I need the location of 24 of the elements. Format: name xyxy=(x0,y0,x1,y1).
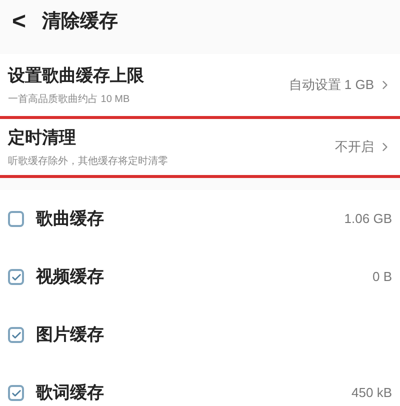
check-icon xyxy=(10,272,22,282)
back-button[interactable]: < xyxy=(12,10,26,34)
cache-size: 450 kB xyxy=(352,384,392,402)
cache-label: 图片缓存 xyxy=(36,324,104,346)
checkbox[interactable] xyxy=(8,269,24,285)
setting-description: 听歌缓存除外，其他缓存将定时清零 xyxy=(8,154,168,170)
cache-label: 视频缓存 xyxy=(36,266,104,288)
setting-row[interactable]: 定时清理 听歌缓存除外，其他缓存将定时清零 不开启 xyxy=(0,116,400,178)
checkbox[interactable] xyxy=(8,327,24,343)
cache-label: 歌曲缓存 xyxy=(36,208,104,230)
cache-size: 1.06 GB xyxy=(344,210,392,228)
setting-value: 不开启 xyxy=(335,138,374,156)
setting-row[interactable]: 设置歌曲缓存上限 一首高品质歌曲约占 10 MB 自动设置 1 GB xyxy=(0,54,400,116)
check-icon xyxy=(10,330,22,340)
checkbox[interactable] xyxy=(8,211,24,227)
setting-description: 一首高品质歌曲约占 10 MB xyxy=(8,92,131,108)
checkbox[interactable] xyxy=(8,385,24,401)
cache-size: 0 B xyxy=(372,268,392,286)
page-title: 清除缓存 xyxy=(42,10,118,34)
check-icon xyxy=(10,388,22,398)
setting-title: 定时清理 xyxy=(8,126,77,149)
setting-title: 设置歌曲缓存上限 xyxy=(8,64,144,87)
cache-label: 歌词缓存 xyxy=(36,382,104,404)
setting-value: 自动设置 1 GB xyxy=(288,76,374,94)
